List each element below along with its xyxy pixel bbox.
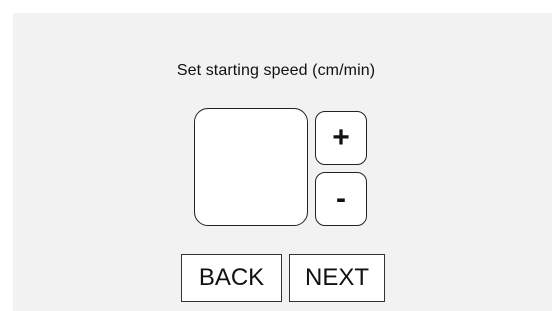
page-title: Set starting speed (cm/min) <box>176 62 376 79</box>
next-button[interactable]: NEXT <box>289 254 385 302</box>
speed-value-display[interactable] <box>194 108 308 226</box>
decrement-button[interactable]: - <box>315 172 367 226</box>
increment-button[interactable]: + <box>315 111 367 165</box>
back-button[interactable]: BACK <box>181 254 282 302</box>
